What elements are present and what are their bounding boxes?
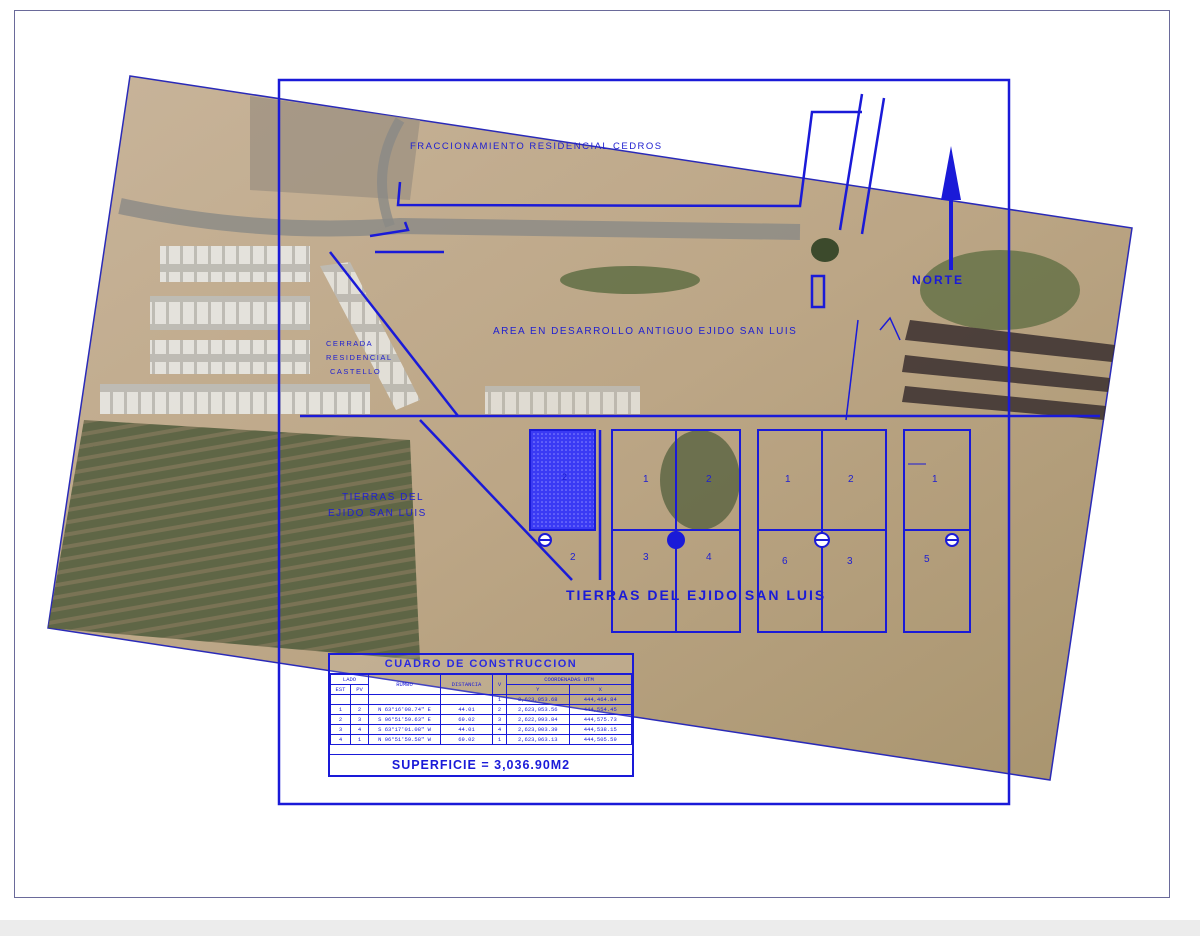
label-norte: NORTE	[912, 273, 964, 287]
table-cell: N 06°51'59.58" W	[368, 734, 442, 745]
label-fraccionamiento: FRACCIONAMIENTO RESIDENCIAL CEDROS	[410, 141, 663, 152]
label-tierras-left-2: EJIDO SAN LUIS	[328, 508, 427, 519]
table-cell: 44.01	[440, 704, 494, 715]
table-row: 1 2,623,053.68 444,464.84	[330, 694, 632, 705]
header-v: V	[492, 674, 508, 695]
table-cell: 444,464.84	[568, 694, 632, 705]
table-cell: 3	[492, 714, 508, 725]
table-cell: 444,554.45	[568, 704, 632, 715]
table-cell: 4	[330, 734, 351, 745]
table-cell	[349, 694, 370, 705]
svg-text:3: 3	[847, 556, 854, 567]
svg-text:1: 1	[932, 474, 939, 485]
table-cell: 2,623,063.13	[506, 734, 570, 745]
svg-text:4: 4	[706, 552, 713, 563]
label-area-desarrollo: AREA EN DESARROLLO ANTIGUO EJIDO SAN LUI…	[493, 326, 797, 337]
svg-text:2: 2	[848, 474, 855, 485]
table-cell	[330, 694, 351, 705]
label-residencial: RESIDENCIAL	[326, 353, 393, 362]
svg-text:5: 5	[924, 554, 931, 565]
table-cell: 444,575.73	[568, 714, 632, 725]
table-cell: 2,623,003.39	[506, 724, 570, 735]
label-tierras-left-1: TIERRAS DEL	[342, 492, 424, 503]
header-rumbo: RUMBO	[368, 674, 442, 695]
table-row: 23S 06°51'59.63" E 69.02 3 2,622,993.84 444,…	[330, 714, 632, 725]
table-cell: 69.02	[440, 734, 494, 745]
table-cell: 2,623,053.68	[506, 694, 570, 705]
svg-text:1: 1	[643, 474, 650, 485]
table-row: 41N 06°51'59.58" W 69.02 1 2,623,063.13 444,…	[330, 734, 632, 745]
header-lado: LADO	[329, 674, 370, 685]
label-tierras-main: TIERRAS DEL EJIDO SAN LUIS	[566, 587, 826, 603]
header-x: X	[568, 684, 632, 695]
table-cell: 3	[349, 714, 370, 725]
table-cell: 2	[349, 704, 370, 715]
header-coordenadas: COORDENADAS UTM	[506, 674, 632, 685]
header-distancia: DISTANCIA	[440, 674, 494, 695]
table-cell: 4	[349, 724, 370, 735]
cuadro-rows: 1 2,623,053.68 444,464.84 1 2 N 63°16'08.74" …	[330, 694, 632, 745]
label-castello: CASTELLO	[330, 367, 381, 376]
cuadro-de-construccion: CUADRO DE CONSTRUCCION LADO RUMBO DISTAN…	[328, 653, 634, 777]
table-cell: 2	[330, 714, 351, 725]
table-cell: 2	[492, 704, 508, 715]
bottom-strip	[0, 920, 1200, 936]
svg-text:1: 1	[785, 474, 792, 485]
table-cell: 1	[492, 734, 508, 745]
table-cell: N 63°16'08.74" E	[368, 704, 442, 715]
table-cell: 444,538.15	[568, 724, 632, 735]
svg-text:2: 2	[570, 552, 577, 563]
table-cell: 1	[330, 704, 351, 715]
table-cell: 2,623,053.56	[506, 704, 570, 715]
table-cell: 4	[492, 724, 508, 735]
svg-text:3: 3	[643, 552, 650, 563]
table-cell: 2,622,993.84	[506, 714, 570, 725]
table-row: 12N 63°16'08.74" E 44.01 2 2,623,053.56 444,…	[330, 704, 632, 715]
header-est: EST	[330, 684, 351, 695]
table-cell: 44.01	[440, 724, 494, 735]
table-row: 34S 63°17'01.08" W 44.01 4 2,623,003.39 444,…	[330, 724, 632, 735]
table-cell: 1	[492, 694, 508, 705]
table-cell	[440, 694, 494, 705]
svg-text:2: 2	[706, 474, 713, 485]
cuadro-table: LADO RUMBO DISTANCIA V COORDENADAS UTM E…	[329, 674, 632, 745]
table-cell: S 06°51'59.63" E	[368, 714, 442, 725]
label-cerrada: CERRADA	[326, 339, 373, 348]
table-cell: 3	[330, 724, 351, 735]
table-cell: S 63°17'01.08" W	[368, 724, 442, 735]
svg-text:6: 6	[782, 556, 789, 567]
header-y: Y	[506, 684, 570, 695]
cuadro-title: CUADRO DE CONSTRUCCION	[330, 655, 632, 674]
header-pv: PV	[349, 684, 370, 695]
site-plan-map: 2 1 2 3 4 1 2 6 3 1 5 2 FRACCIONAMIENTO …	[47, 75, 1133, 806]
superficie-total: SUPERFICIE = 3,036.90M2	[330, 754, 632, 775]
table-cell: 444,505.59	[568, 734, 632, 745]
selected-lot-number: 2	[562, 472, 569, 482]
table-cell	[368, 694, 442, 705]
table-cell: 69.02	[440, 714, 494, 725]
table-cell: 1	[349, 734, 370, 745]
